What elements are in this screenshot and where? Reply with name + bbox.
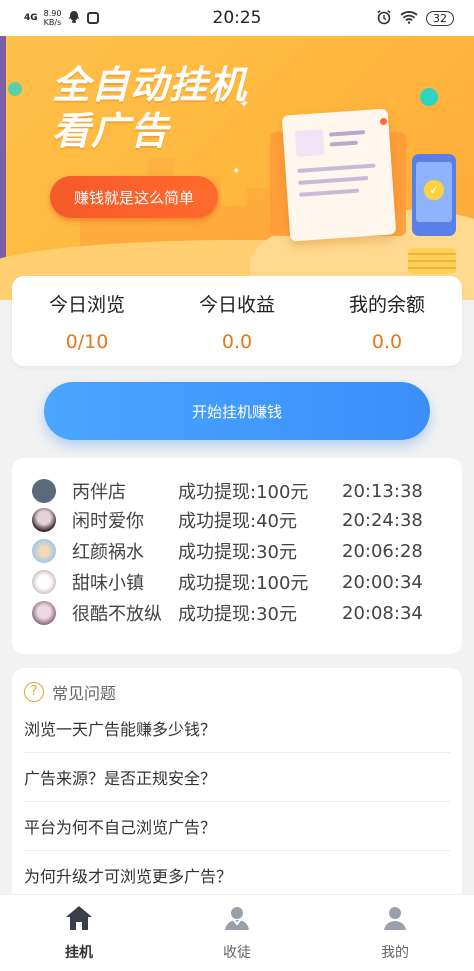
nav-label: 收徒: [223, 945, 251, 961]
apprentice-icon: [222, 904, 252, 936]
coins-illustration: [408, 248, 456, 274]
withdraw-time: 20:00:34: [342, 571, 423, 593]
qq-notification-icon: [67, 10, 81, 27]
nav-item-hangup[interactable]: 挂机: [0, 904, 158, 962]
faq-item[interactable]: 为何升级才可浏览更多广告？: [24, 850, 450, 898]
network-speed: 8.90 KB/s: [43, 9, 62, 27]
battery-indicator: 32: [426, 10, 454, 26]
withdraw-time: 20:24:38: [342, 509, 423, 531]
banner-title: 全自动挂机 看广告: [52, 63, 248, 153]
withdrawal-ticker: 丙伴店 成功提现:100元 20:13:38 闲时爱你 成功提现:40元 20:…: [12, 458, 462, 654]
user-name: 闲时爱你: [72, 511, 144, 532]
avatar: [32, 601, 56, 625]
user-name: 很酷不放纵: [72, 604, 162, 625]
status-bar: 4G 8.90 KB/s 20:25 32: [0, 0, 474, 36]
withdraw-amount: 成功提现:30元: [178, 542, 297, 563]
faq-title: 常见问题: [52, 684, 117, 703]
stat-balance[interactable]: 我的余额 0.0: [312, 290, 462, 353]
phone-illustration: ✓: [412, 154, 456, 236]
stats-card: 今日浏览 0/10 今日收益 0.0 我的余额 0.0: [12, 276, 462, 366]
avatar: [32, 479, 56, 503]
stat-value: 0.0: [221, 330, 253, 353]
avatar: [32, 508, 56, 532]
faq-header: ? 常见问题: [24, 680, 116, 704]
start-earning-button[interactable]: 开始挂机赚钱: [44, 382, 430, 440]
withdraw-amount: 成功提现:100元: [178, 482, 309, 503]
faq-item[interactable]: 浏览一天广告能赚多少钱？: [24, 704, 450, 752]
user-name: 红颜祸水: [72, 542, 144, 563]
status-left: 4G 8.90 KB/s: [24, 9, 100, 27]
withdraw-amount: 成功提现:100元: [178, 573, 309, 594]
withdraw-time: 20:13:38: [342, 480, 423, 502]
clock: 20:25: [212, 8, 262, 28]
stat-value: 0.0: [371, 330, 403, 353]
nav-item-apprentice[interactable]: 收徒: [158, 904, 316, 962]
decor-dot: [8, 82, 22, 96]
decor-dot: [380, 118, 387, 125]
alarm-icon: [376, 9, 392, 28]
list-item: 红颜祸水 成功提现:30元 20:06:28: [12, 536, 462, 566]
wifi-icon: [400, 10, 418, 27]
banner-edge: [0, 36, 6, 266]
stat-today-views[interactable]: 今日浏览 0/10: [12, 290, 162, 353]
promo-banner[interactable]: ✓ ✦ ✦ 全自动挂机 看广告 赚钱就是这么简单: [0, 36, 474, 300]
network-indicator: 4G: [24, 13, 38, 23]
user-name: 甜味小镇: [72, 573, 144, 594]
list-item: 很酷不放纵 成功提现:30元 20:08:34: [12, 598, 462, 628]
list-item: 闲时爱你 成功提现:40元 20:24:38: [12, 505, 462, 535]
withdraw-amount: 成功提现:40元: [178, 511, 297, 532]
home-icon: [64, 904, 94, 936]
decor-dot: [420, 88, 438, 106]
stat-value: 0/10: [65, 330, 109, 353]
bottom-nav: 挂机 收徒 我的: [0, 894, 474, 971]
list-item: 甜味小镇 成功提现:100元 20:00:34: [12, 567, 462, 597]
withdraw-time: 20:08:34: [342, 602, 423, 624]
faq-card: ? 常见问题 浏览一天广告能赚多少钱？ 广告来源？是否正规安全？ 平台为何不自己…: [12, 668, 462, 908]
user-name: 丙伴店: [72, 482, 126, 503]
faq-item[interactable]: 平台为何不自己浏览广告？: [24, 801, 450, 849]
withdraw-time: 20:06:28: [342, 540, 423, 562]
app-notification-icon: [87, 12, 100, 24]
nav-label: 挂机: [65, 945, 93, 961]
check-icon: ✓: [424, 180, 444, 200]
status-right: 32: [376, 9, 454, 28]
sparkle-icon: ✦: [232, 166, 241, 177]
avatar: [32, 570, 56, 594]
stat-label: 今日收益: [198, 293, 275, 316]
banner-slogan-pill[interactable]: 赚钱就是这么简单: [50, 176, 218, 218]
avatar: [32, 539, 56, 563]
document-illustration: [281, 108, 397, 242]
question-icon: ?: [24, 682, 44, 702]
stat-today-earnings[interactable]: 今日收益 0.0: [162, 290, 312, 353]
stat-label: 我的余额: [348, 293, 425, 316]
profile-icon: [380, 904, 410, 936]
withdraw-amount: 成功提现:30元: [178, 604, 297, 625]
stat-label: 今日浏览: [48, 293, 125, 316]
nav-label: 我的: [381, 945, 409, 961]
list-item: 丙伴店 成功提现:100元 20:13:38: [12, 476, 462, 506]
nav-item-mine[interactable]: 我的: [316, 904, 474, 962]
faq-item[interactable]: 广告来源？是否正规安全？: [24, 752, 450, 800]
